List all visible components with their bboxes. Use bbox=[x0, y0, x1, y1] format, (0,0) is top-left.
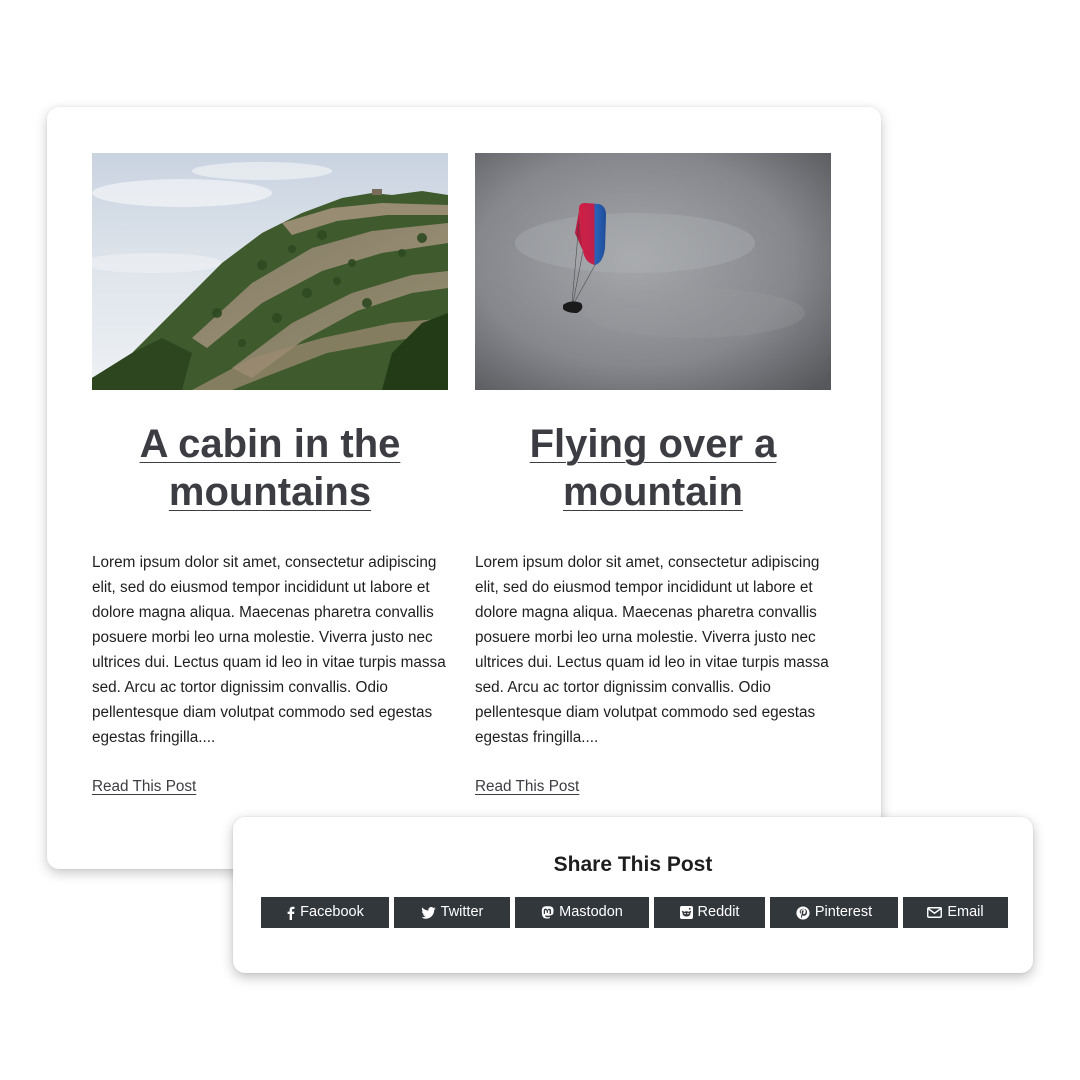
share-reddit-button[interactable]: Reddit bbox=[654, 897, 765, 928]
share-facebook-button[interactable]: Facebook bbox=[261, 897, 389, 928]
pinterest-icon bbox=[796, 905, 810, 920]
share-button-label: Reddit bbox=[697, 904, 740, 920]
share-pinterest-button[interactable]: Pinterest bbox=[770, 897, 898, 928]
posts-card: A cabin in the mountains Lorem ipsum dol… bbox=[47, 107, 881, 869]
post-image-paraglider[interactable] bbox=[475, 153, 831, 390]
share-title: Share This Post bbox=[553, 853, 713, 876]
share-button-label: Facebook bbox=[300, 904, 364, 920]
share-twitter-button[interactable]: Twitter bbox=[394, 897, 510, 928]
share-mastodon-button[interactable]: Mastodon bbox=[515, 897, 649, 928]
post-title-link[interactable]: Flying over a mountain bbox=[530, 422, 777, 514]
share-button-label: Pinterest bbox=[814, 904, 873, 920]
twitter-icon bbox=[420, 906, 436, 919]
share-email-button[interactable]: Email bbox=[903, 897, 1008, 928]
read-post-link[interactable]: Read This Post bbox=[92, 778, 196, 796]
reddit-icon bbox=[679, 906, 693, 919]
read-post-link[interactable]: Read This Post bbox=[475, 778, 579, 796]
post-image-mountain-cliff[interactable] bbox=[92, 153, 448, 390]
share-button-label: Email bbox=[947, 904, 984, 920]
post-title-link[interactable]: A cabin in the mountains bbox=[140, 422, 401, 514]
post-title: A cabin in the mountains bbox=[92, 420, 448, 516]
post-excerpt: Lorem ipsum dolor sit amet, consectetur … bbox=[475, 554, 829, 746]
share-button-label: Mastodon bbox=[559, 904, 623, 920]
share-button-label: Twitter bbox=[440, 904, 484, 920]
post-title: Flying over a mountain bbox=[475, 420, 831, 516]
facebook-icon bbox=[286, 906, 295, 920]
email-icon bbox=[927, 907, 943, 918]
post-excerpt: Lorem ipsum dolor sit amet, consectetur … bbox=[92, 554, 446, 746]
post-card: A cabin in the mountains Lorem ipsum dol… bbox=[92, 153, 448, 796]
mastodon-icon bbox=[541, 906, 554, 919]
share-card: Share This Post Facebook Twitter Mastodo… bbox=[233, 817, 1033, 973]
post-card: Flying over a mountain Lorem ipsum dolor… bbox=[475, 153, 831, 796]
